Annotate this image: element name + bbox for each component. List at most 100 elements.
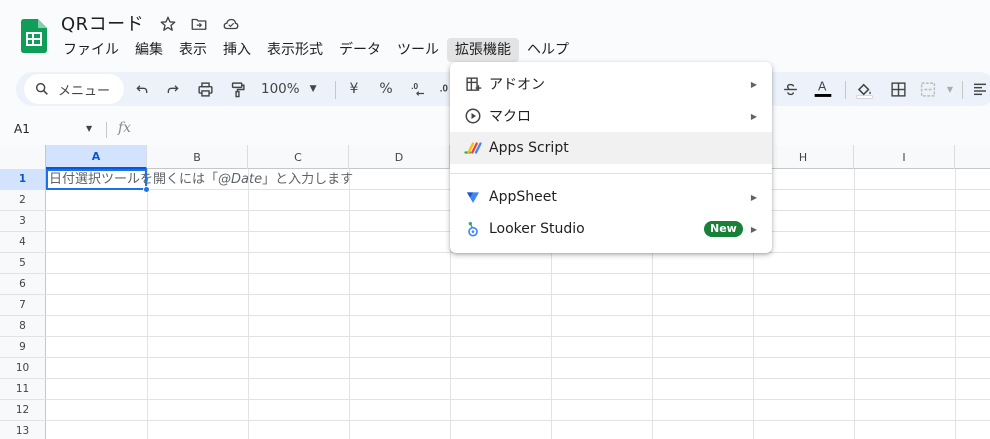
submenu-arrow-icon: ▶ [750, 111, 757, 121]
table-row: 10 [0, 358, 990, 379]
menu-bar: ファイル 編集 表示 挿入 表示形式 データ ツール 拡張機能 ヘルプ [55, 38, 577, 62]
chevron-down-icon: ▼ [309, 84, 317, 94]
row-header[interactable]: 3 [0, 211, 46, 231]
table-row: 11 [0, 379, 990, 400]
menu-data[interactable]: データ [331, 38, 389, 62]
hint-token: @Date [218, 172, 263, 187]
currency-format-button[interactable]: ¥ [342, 77, 366, 101]
menu-item-label: アドオン [489, 77, 545, 93]
svg-text:.0: .0 [440, 83, 449, 94]
row-header[interactable]: 11 [0, 379, 46, 399]
submenu-arrow-icon: ▶ [750, 192, 757, 202]
toolbar-divider [335, 81, 336, 99]
redo-icon[interactable] [161, 77, 185, 101]
table-row: 5 [0, 253, 990, 274]
addon-icon [464, 75, 482, 93]
column-header-i[interactable]: I [854, 145, 955, 169]
toolbar-divider [845, 81, 846, 99]
menu-item-looker-studio[interactable]: Looker Studio New ▶ [450, 213, 772, 245]
menu-tools[interactable]: ツール [389, 38, 447, 62]
table-row: 13 [0, 421, 990, 439]
menu-help[interactable]: ヘルプ [519, 38, 577, 62]
menu-view[interactable]: 表示 [171, 38, 215, 62]
svg-text:.0: .0 [411, 82, 418, 91]
star-icon[interactable] [158, 14, 178, 34]
menu-format[interactable]: 表示形式 [259, 38, 331, 62]
menu-item-apps-script[interactable]: Apps Script [450, 132, 772, 164]
active-cell-outline[interactable] [46, 169, 147, 190]
column-header-b[interactable]: B [147, 145, 248, 169]
borders-icon[interactable] [886, 77, 910, 101]
row-header[interactable]: 13 [0, 421, 46, 439]
row-header[interactable]: 1 [0, 169, 46, 189]
column-header-c[interactable]: C [248, 145, 349, 169]
select-all-corner[interactable] [0, 145, 46, 169]
hint-after: 」と入力します [262, 172, 354, 187]
table-row: 12 [0, 400, 990, 421]
menu-insert[interactable]: 挿入 [215, 38, 259, 62]
toolbar-divider [962, 81, 963, 99]
menu-item-label: Apps Script [489, 140, 569, 156]
submenu-arrow-icon: ▶ [750, 224, 757, 234]
menu-item-label: Looker Studio [489, 221, 585, 237]
menu-file[interactable]: ファイル [55, 38, 127, 62]
row-header[interactable]: 2 [0, 190, 46, 210]
appsheet-icon [464, 188, 482, 206]
table-row: 8 [0, 316, 990, 337]
print-icon[interactable] [193, 77, 217, 101]
percent-format-button[interactable]: % [374, 77, 398, 101]
column-header-a[interactable]: A [46, 145, 147, 169]
name-box[interactable]: A1 [14, 122, 30, 136]
looker-studio-icon [464, 220, 482, 238]
cloud-saved-icon[interactable] [221, 14, 241, 34]
row-header[interactable]: 4 [0, 232, 46, 252]
text-color-icon[interactable]: A [811, 77, 835, 101]
row-header[interactable]: 5 [0, 253, 46, 273]
column-header-d[interactable]: D [349, 145, 450, 169]
table-row: 6 [0, 274, 990, 295]
decrease-decimal-icon[interactable]: .0 [406, 77, 430, 101]
new-badge: New [704, 221, 743, 237]
app-header: QRコード ファイル 編集 表示 挿入 表示形式 データ ツール 拡張機能 ヘル… [0, 0, 990, 66]
align-left-icon[interactable] [968, 77, 990, 101]
merge-chevron-down-icon[interactable]: ▼ [938, 77, 962, 101]
strikethrough-icon[interactable] [778, 77, 802, 101]
row-header[interactable]: 8 [0, 316, 46, 336]
table-row: 9 [0, 337, 990, 358]
menu-item-label: AppSheet [489, 189, 557, 205]
row-header[interactable]: 7 [0, 295, 46, 315]
menu-extensions[interactable]: 拡張機能 [447, 38, 519, 62]
menu-item-macros[interactable]: マクロ ▶ [450, 100, 772, 132]
row-header[interactable]: 12 [0, 400, 46, 420]
extensions-menu: アドオン ▶ マクロ ▶ Apps Script AppSheet ▶ Look… [450, 62, 772, 253]
submenu-arrow-icon: ▶ [750, 79, 757, 89]
apps-script-icon [464, 139, 482, 157]
document-title[interactable]: QRコード [61, 10, 144, 36]
undo-icon[interactable] [130, 77, 154, 101]
move-folder-icon[interactable] [189, 14, 209, 34]
row-header[interactable]: 6 [0, 274, 46, 294]
name-box-chevron-down-icon[interactable]: ▼ [86, 124, 92, 133]
merge-cells-icon[interactable] [916, 77, 940, 101]
menu-edit[interactable]: 編集 [127, 38, 171, 62]
menu-item-appsheet[interactable]: AppSheet ▶ [450, 181, 772, 213]
row-header[interactable]: 10 [0, 358, 46, 378]
table-row: 7 [0, 295, 990, 316]
formula-bar-divider [106, 122, 107, 138]
menu-search-label: メニュー [58, 83, 111, 99]
row-header[interactable]: 9 [0, 337, 46, 357]
zoom-value: 100% [261, 81, 300, 97]
paint-format-icon[interactable] [225, 77, 249, 101]
fx-icon: fx [118, 120, 132, 136]
fill-handle[interactable] [143, 186, 150, 193]
menu-item-label: マクロ [489, 109, 531, 125]
sheets-logo-icon[interactable] [21, 19, 47, 53]
search-icon [35, 82, 48, 95]
macro-play-icon [464, 107, 482, 125]
font-color-letter: A [818, 80, 827, 94]
menu-item-addons[interactable]: アドオン ▶ [450, 68, 772, 100]
menu-divider [450, 173, 772, 174]
menu-search-button[interactable]: メニュー [24, 74, 124, 104]
zoom-select[interactable]: 100% ▼ [261, 77, 317, 101]
fill-color-icon[interactable] [852, 77, 876, 101]
